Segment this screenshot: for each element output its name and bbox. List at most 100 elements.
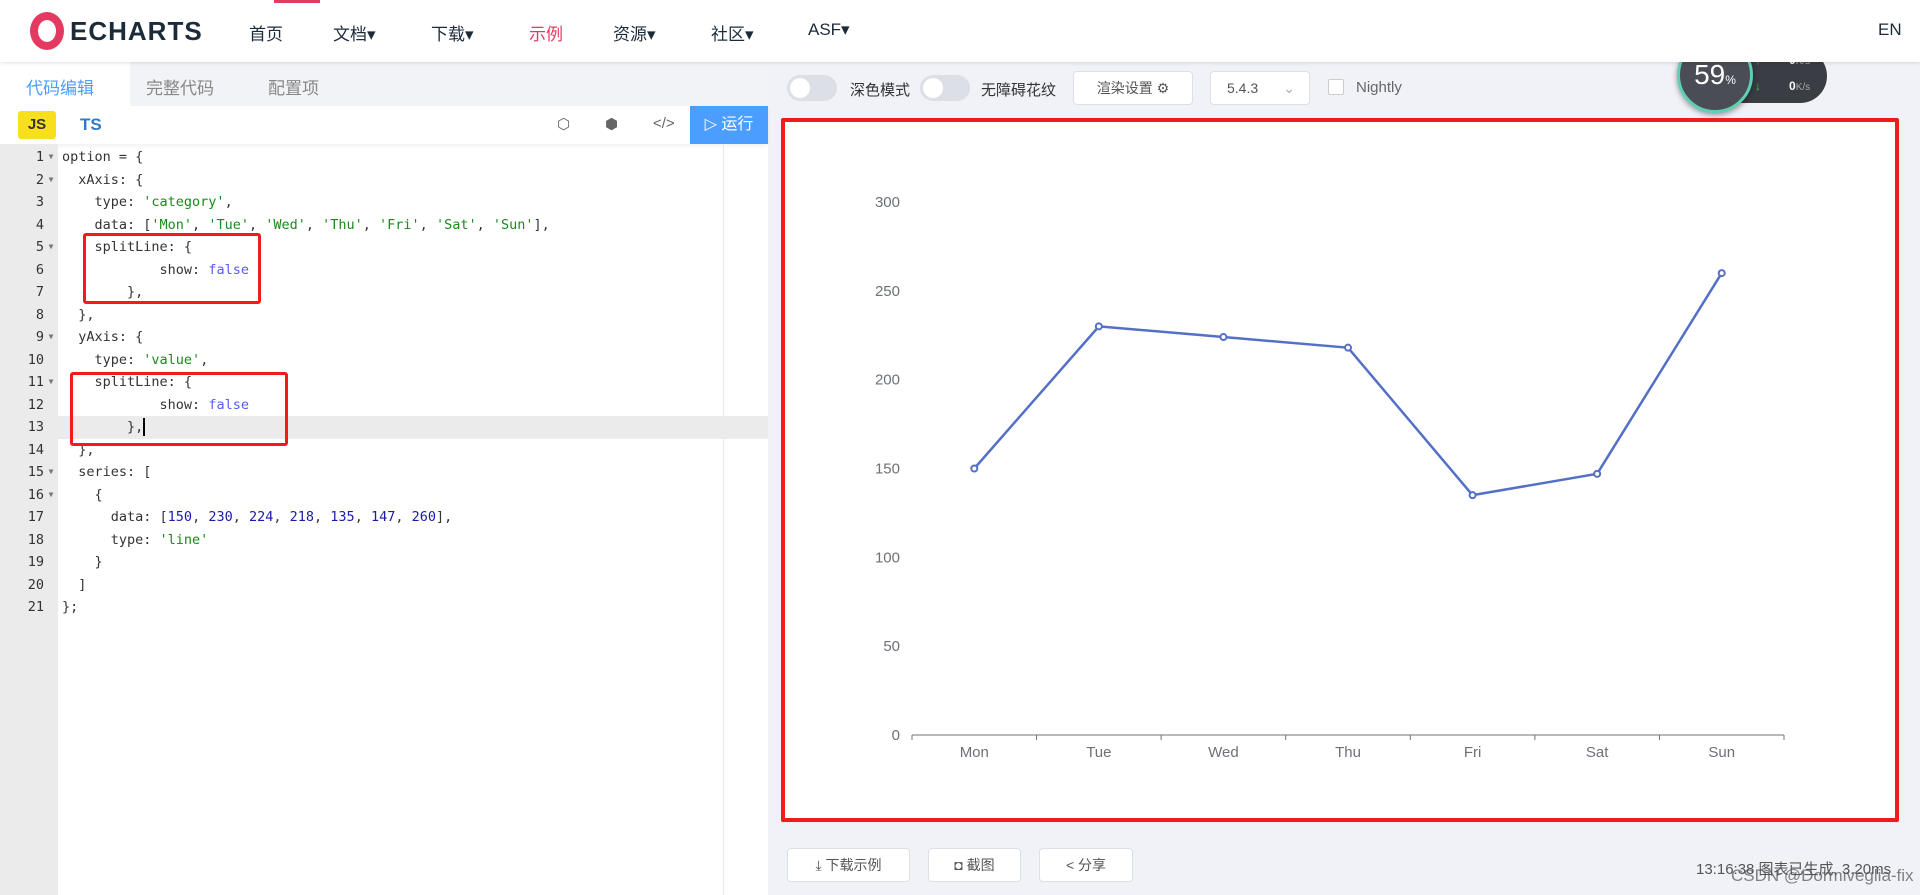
- line-number: 1: [35, 149, 44, 165]
- screenshot-label: 截图: [966, 857, 995, 873]
- code-text: type: 'value',: [62, 349, 209, 372]
- render-settings-button[interactable]: 渲染设置 ⚙: [1073, 71, 1193, 105]
- code-line[interactable]: 16 ▼ {: [0, 484, 768, 507]
- code-token: ,: [224, 194, 233, 210]
- line-chart[interactable]: 0 50 100 150 200 250 300 Mon Tue Wed Thu Fri Sat Sun: [785, 122, 1895, 818]
- code-line[interactable]: 17 data: [150, 230, 224, 218, 135, 147, …: [0, 506, 768, 529]
- code-token: ,: [362, 216, 380, 233]
- nav-asf[interactable]: ASF▾: [808, 20, 850, 40]
- nav-resources[interactable]: 资源▾: [613, 20, 656, 45]
- download-icon: ⤓: [815, 857, 826, 873]
- fold-arrow-icon[interactable]: ▼: [44, 461, 58, 484]
- code-token: ,: [273, 509, 290, 525]
- code-line[interactable]: 1 ▼ option = {: [0, 146, 768, 169]
- render-settings-label: 渲染设置: [1096, 80, 1153, 96]
- line-number: 3: [35, 194, 44, 210]
- code-text: option = {: [62, 146, 143, 169]
- code-token: 224: [248, 509, 274, 525]
- code-text: ]: [62, 574, 86, 597]
- data-point: [970, 464, 979, 473]
- code-token: type:: [62, 194, 144, 210]
- code-token: ,: [192, 509, 209, 525]
- aria-toggle[interactable]: [920, 75, 970, 101]
- code-line[interactable]: 8 },: [0, 304, 768, 327]
- codesandbox-icon[interactable]: ⬢: [605, 115, 618, 133]
- echarts-logo[interactable]: ECHARTS: [30, 12, 203, 50]
- fold-arrow-icon[interactable]: ▼: [44, 371, 58, 394]
- language-switch[interactable]: EN: [1878, 20, 1902, 40]
- code-text: xAxis: {: [62, 169, 143, 192]
- code-line[interactable]: 9 ▼ yAxis: {: [0, 326, 768, 349]
- code-token: type:: [62, 351, 144, 368]
- code-token: 'Tue': [208, 216, 249, 233]
- highlight-box-xaxis: [83, 233, 261, 304]
- chevron-down-icon: ⌄: [1283, 80, 1295, 96]
- x-tick-label: Thu: [1335, 744, 1361, 761]
- fold-arrow-icon[interactable]: ▼: [44, 326, 58, 349]
- code-token: ,: [192, 216, 209, 233]
- share-icon: <: [1065, 857, 1079, 873]
- y-tick-label: 50: [883, 638, 900, 655]
- data-point: [1593, 469, 1602, 478]
- code-line[interactable]: 2 ▼ xAxis: {: [0, 169, 768, 192]
- line-number: 7: [35, 284, 44, 300]
- data-point: [1468, 491, 1477, 500]
- download-example-button[interactable]: ⤓ 下载示例: [787, 848, 910, 882]
- fold-arrow-icon[interactable]: ▼: [44, 169, 58, 192]
- x-tick-label: Sat: [1586, 744, 1609, 761]
- logo-icon: [30, 12, 64, 50]
- fold-arrow-icon[interactable]: ▼: [44, 236, 58, 259]
- code-line[interactable]: 20 ]: [0, 574, 768, 597]
- download-speed: 0K/s: [1789, 79, 1811, 93]
- tab-code-edit[interactable]: 代码编辑: [0, 62, 130, 106]
- embed-code-icon[interactable]: </>: [653, 115, 675, 132]
- code-line[interactable]: 19 }: [0, 551, 768, 574]
- share-label: 分享: [1078, 857, 1107, 873]
- code-line[interactable]: 21};: [0, 596, 768, 619]
- line-number: 18: [27, 531, 44, 548]
- code-text: type: 'line': [62, 529, 209, 552]
- nav-download[interactable]: 下载▾: [431, 20, 474, 45]
- highlight-box-yaxis: [70, 372, 288, 446]
- code-token: 218: [289, 509, 315, 525]
- camera-icon: ◘: [954, 857, 967, 873]
- code-token: 'Wed': [265, 216, 306, 233]
- nav-community[interactable]: 社区▾: [711, 20, 754, 45]
- nav-docs[interactable]: 文档▾: [333, 20, 376, 45]
- codepen-icon[interactable]: ⬡: [557, 115, 570, 133]
- nav-examples[interactable]: 示例: [529, 20, 563, 45]
- code-token: }: [62, 554, 103, 570]
- run-button[interactable]: ▷ 运行: [690, 106, 768, 144]
- share-button[interactable]: < 分享: [1039, 848, 1133, 882]
- code-line[interactable]: 15 ▼ series: [: [0, 461, 768, 484]
- code-token: ,: [200, 351, 209, 368]
- nav-home[interactable]: 首页: [249, 20, 283, 45]
- code-token: ]: [62, 576, 87, 593]
- line-number: 11: [27, 374, 44, 390]
- code-line[interactable]: 18 type: 'line': [0, 529, 768, 552]
- tab-full-code[interactable]: 完整代码: [146, 74, 214, 99]
- code-text: data: [150, 230, 224, 218, 135, 147, 260…: [62, 506, 453, 529]
- line-number: 17: [27, 509, 44, 525]
- tab-options[interactable]: 配置项: [268, 74, 319, 99]
- line-number: 10: [27, 351, 44, 368]
- version-select[interactable]: 5.4.3 ⌄: [1210, 71, 1310, 105]
- js-toggle[interactable]: JS: [18, 111, 56, 139]
- fold-arrow-icon[interactable]: ▼: [44, 484, 58, 507]
- code-line[interactable]: 10 type: 'value',: [0, 349, 768, 372]
- screenshot-button[interactable]: ◘ 截图: [928, 848, 1021, 882]
- code-line[interactable]: 3 type: 'category',: [0, 191, 768, 214]
- line-number: 4: [35, 216, 44, 233]
- code-token: ,: [232, 509, 249, 525]
- nightly-checkbox[interactable]: [1328, 79, 1344, 95]
- code-token: };: [62, 599, 79, 615]
- fold-arrow-icon[interactable]: ▼: [44, 146, 58, 169]
- code-token: yAxis: {: [62, 329, 144, 345]
- line-number: 20: [27, 576, 44, 593]
- chart-container: 0 50 100 150 200 250 300 Mon Tue Wed Thu Fri Sat Sun: [781, 118, 1899, 822]
- dark-mode-toggle[interactable]: [787, 75, 837, 101]
- ts-toggle[interactable]: TS: [80, 115, 102, 135]
- code-token: ],: [533, 216, 550, 233]
- code-token: 'Sun': [492, 216, 534, 233]
- code-token: type:: [62, 531, 160, 548]
